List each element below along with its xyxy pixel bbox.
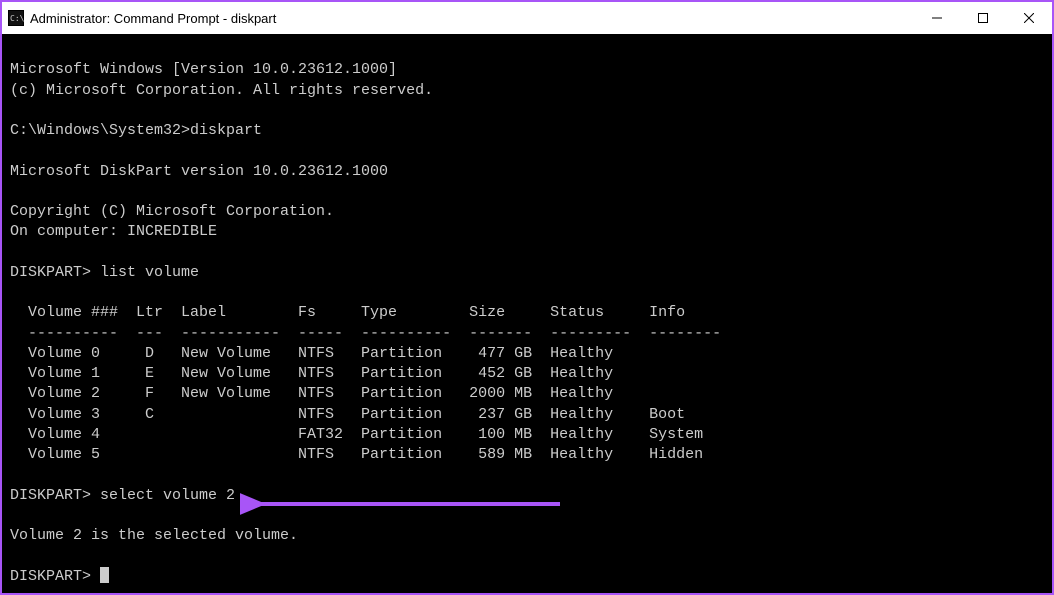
table-row: Volume 0 D New Volume NTFS Partition 477… [10,345,613,362]
minimize-button[interactable] [914,2,960,34]
close-button[interactable] [1006,2,1052,34]
minimize-icon [932,13,942,23]
diskpart-prompt: DISKPART> [10,568,91,585]
diskpart-computer: On computer: INCREDIBLE [10,223,217,240]
cursor [100,567,109,583]
table-row: Volume 1 E New Volume NTFS Partition 452… [10,365,613,382]
result-line: Volume 2 is the selected volume. [10,527,298,544]
terminal-area[interactable]: Microsoft Windows [Version 10.0.23612.10… [2,34,1052,593]
table-row: Volume 3 C NTFS Partition 237 GB Healthy… [10,406,685,423]
os-version-line: Microsoft Windows [Version 10.0.23612.10… [10,61,397,78]
titlebar-buttons [914,2,1052,34]
diskpart-version: Microsoft DiskPart version 10.0.23612.10… [10,163,388,180]
cmd-icon: C:\ [8,10,24,26]
window-titlebar: C:\ Administrator: Command Prompt - disk… [2,2,1052,34]
diskpart-prompt: DISKPART> [10,487,91,504]
svg-text:C:\: C:\ [10,14,24,23]
diskpart-command: list volume [100,264,199,281]
diskpart-command: select volume 2 [100,487,235,504]
window-title: Administrator: Command Prompt - diskpart [30,11,276,26]
maximize-button[interactable] [960,2,1006,34]
maximize-icon [978,13,988,23]
shell-command: diskpart [190,122,262,139]
table-row: Volume 2 F New Volume NTFS Partition 200… [10,385,613,402]
close-icon [1024,13,1034,23]
table-divider: ---------- --- ----------- ----- -------… [10,325,721,342]
table-header: Volume ### Ltr Label Fs Type Size Status… [10,304,685,321]
diskpart-copyright: Copyright (C) Microsoft Corporation. [10,203,334,220]
table-row: Volume 4 FAT32 Partition 100 MB Healthy … [10,426,703,443]
shell-prompt: C:\Windows\System32> [10,122,190,139]
diskpart-prompt: DISKPART> [10,264,91,281]
table-row: Volume 5 NTFS Partition 589 MB Healthy H… [10,446,703,463]
titlebar-left: C:\ Administrator: Command Prompt - disk… [8,10,276,26]
copyright-line: (c) Microsoft Corporation. All rights re… [10,82,433,99]
annotation-arrow-icon [240,489,560,519]
